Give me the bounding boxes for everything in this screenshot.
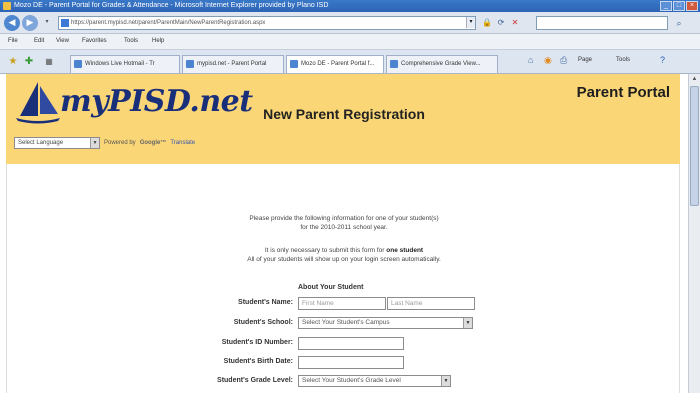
home-icon[interactable]: ⌂ [528,55,533,65]
instruction-line-1: Please provide the following information… [249,215,439,222]
note-line-1: It is only necessary to submit this form… [0,246,688,255]
tab-grade-view[interactable]: Comprehensive Grade View... [386,55,498,73]
tab-favicon [390,60,398,68]
first-name-field[interactable]: First Name [298,297,386,310]
student-id-field[interactable] [298,337,404,350]
birth-date-label: Student's Birth Date: [223,358,293,365]
menu-tools[interactable]: Tools [124,38,138,44]
back-button[interactable]: ◀ [4,15,20,31]
forward-button[interactable]: ▶ [22,15,38,31]
birth-date-field[interactable] [298,356,404,369]
tab-bar: ★ ✚ ▦ Windows Live Hotmail - Tr mypisd.n… [0,50,700,74]
page-menu[interactable]: Page [578,57,592,63]
menu-edit[interactable]: Edit [34,38,44,44]
ie-icon [3,2,11,10]
stop-icon[interactable]: ✕ [510,17,520,28]
menu-file[interactable]: File [8,38,18,44]
close-button[interactable]: × [686,1,698,11]
window-controls: _ □ × [660,1,698,11]
window-title: Mozo DE - Parent Portal for Grades & Att… [14,2,329,9]
about-student-label: About Your Student [298,284,364,291]
school-select[interactable]: Select Your Student's Campus ▼ [298,317,473,329]
portal-title: Parent Portal [576,84,670,101]
translate-widget: Select Language ▼ Powered by Google™ Tra… [14,137,195,149]
tools-menu[interactable]: Tools [616,57,630,63]
tab-hotmail[interactable]: Windows Live Hotmail - Tr [70,55,180,73]
minimize-button[interactable]: _ [660,1,672,11]
tab-favicon [186,60,194,68]
menu-favorites[interactable]: Favorites [82,38,107,44]
note-prefix: It is only necessary to submit this form… [264,247,385,254]
feeds-icon[interactable]: ◉ [544,55,552,66]
chevron-down-icon: ▼ [463,318,472,328]
tab-label: Windows Live Hotmail - Tr [85,61,155,67]
chevron-down-icon: ▼ [441,376,450,386]
grade-level-select[interactable]: Select Your Student's Grade Level ▼ [298,375,451,387]
translate-link[interactable]: Translate [170,140,195,146]
tab-label: Mozo DE - Parent Portal f... [301,61,375,67]
page-icon [61,19,69,27]
menu-bar: File Edit View Favorites Tools Help [0,34,700,50]
instruction-line-2: for the 2010-2011 school year. [300,224,388,231]
grade-level-label: Student's Grade Level: [217,377,293,384]
grade-select-value: Select Your Student's Grade Level [302,377,401,384]
language-select-value: Select Language [18,140,64,146]
powered-by-label: Powered by [104,140,136,146]
maximize-button[interactable]: □ [673,1,685,11]
address-dropdown-icon[interactable]: ▾ [466,17,475,28]
student-id-label: Student's ID Number: [221,339,293,346]
note-bold: one student [386,247,424,254]
tab-favicon [290,60,298,68]
chevron-down-icon: ▼ [90,138,99,148]
refresh-icon[interactable]: ⟳ [496,17,506,28]
address-toolbar: ◀ ▶ ▾ https://parent.mypisd.net/parent/P… [0,12,700,34]
scroll-thumb[interactable] [690,86,699,206]
lock-icon[interactable]: 🔒 [482,17,492,28]
address-url: https://parent.mypisd.net/parent/ParentM… [71,20,266,26]
window-title-bar: Mozo DE - Parent Portal for Grades & Att… [0,0,700,12]
tab-mypisd[interactable]: mypisd.net - Parent Portal [182,55,284,73]
print-icon[interactable]: ⎙ [560,55,567,66]
menu-help[interactable]: Help [152,38,164,44]
history-dropdown-icon[interactable]: ▾ [42,17,52,28]
google-logo: Google™ [139,140,167,146]
tab-list-icon[interactable]: ▦ [42,55,56,69]
language-select[interactable]: Select Language ▼ [14,137,100,149]
address-input[interactable]: https://parent.mypisd.net/parent/ParentM… [58,16,476,30]
search-input[interactable] [536,16,668,30]
vertical-scrollbar[interactable]: ▲ [688,74,700,393]
student-name-label: Student's Name: [238,299,293,306]
scroll-up-icon[interactable]: ▲ [690,74,699,84]
school-select-value: Select Your Student's Campus [302,319,390,326]
search-icon[interactable]: ⌕ [672,16,686,30]
tab-parent-portal[interactable]: Mozo DE - Parent Portal f... [286,55,384,73]
tab-label: mypisd.net - Parent Portal [197,61,267,67]
favorites-star-icon[interactable]: ★ [6,55,20,69]
student-school-label: Student's School: [233,319,293,326]
add-favorite-icon[interactable]: ✚ [22,55,36,69]
tab-label: Comprehensive Grade View... [401,61,481,67]
last-name-field[interactable]: Last Name [387,297,475,310]
note-line-2: All of your students will show up on you… [247,256,441,263]
menu-view[interactable]: View [56,38,69,44]
page-title: New Parent Registration [263,106,425,122]
help-icon[interactable]: ? [660,55,665,65]
tab-favicon [74,60,82,68]
